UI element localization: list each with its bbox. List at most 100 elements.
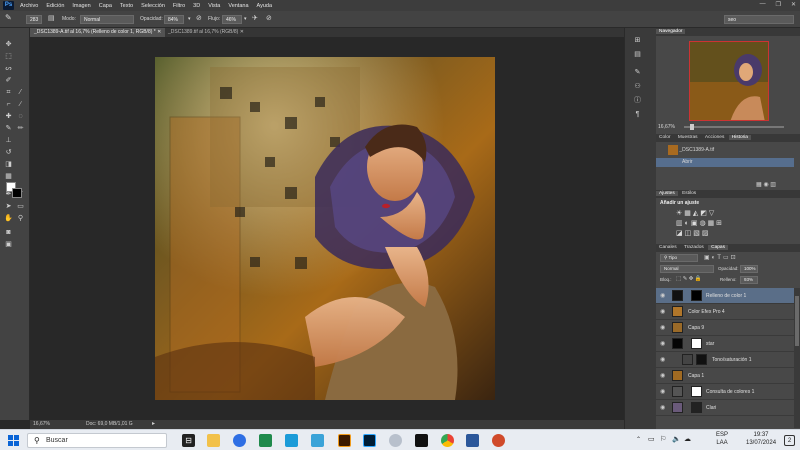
tab-adjustments[interactable]: Ajustes xyxy=(656,191,678,196)
tab-dsc1389-a[interactable]: _DSC1389-A.tif al 16,7% (Relleno de colo… xyxy=(30,28,166,37)
layer-row-clari[interactable]: ◉ Clari xyxy=(656,400,794,416)
info-icon[interactable]: ⓘ xyxy=(633,96,642,105)
tab-navigator[interactable]: Navegador xyxy=(656,29,686,34)
layers-scrollbar[interactable] xyxy=(794,288,800,428)
layer-row-star[interactable]: ◉ star xyxy=(656,336,794,352)
taskbar-search-box[interactable]: ⚲ Buscar xyxy=(27,433,167,448)
layer-row-capa-9[interactable]: ◉ Capa 9 xyxy=(656,320,794,336)
eye-icon[interactable]: ◉ xyxy=(660,352,668,368)
eraser-tool-icon[interactable]: ◨ xyxy=(4,160,13,169)
windows-start-icon[interactable] xyxy=(8,435,19,446)
history-brush-icon[interactable]: ↺ xyxy=(4,148,13,157)
tab-styles[interactable]: Estilos xyxy=(679,191,699,196)
cloud-icon[interactable]: ☁ xyxy=(684,435,691,443)
tab-history[interactable]: Historia xyxy=(728,135,751,140)
history-item-abrir[interactable]: Abrir xyxy=(656,158,794,167)
photoshop-taskbar-icon[interactable] xyxy=(363,434,376,447)
zoom-level[interactable]: 16,67% xyxy=(33,421,50,427)
gradient-tool-icon[interactable]: ▦ xyxy=(4,172,13,181)
network-icon[interactable]: ▭ xyxy=(648,435,655,443)
layer-row-consulta-de-colores-1[interactable]: ◉ Consulta de colores 1 xyxy=(656,384,794,400)
menu-texto[interactable]: Texto xyxy=(120,3,133,9)
chevron-up-icon[interactable]: ⌃ xyxy=(636,436,641,443)
chrome-icon[interactable] xyxy=(441,434,454,447)
camera-icon[interactable]: ◉ xyxy=(763,182,768,188)
new-doc-icon[interactable]: ▦ xyxy=(756,182,762,188)
layer-mask-thumbnail[interactable] xyxy=(691,338,702,349)
layer-row-capa-1[interactable]: ◉ Capa 1 xyxy=(656,368,794,384)
mail-app-icon[interactable] xyxy=(285,434,298,447)
layer-mask-thumbnail[interactable] xyxy=(691,290,702,301)
clone-source-icon[interactable]: ⚇ xyxy=(633,82,642,91)
menu-ventana[interactable]: Ventana xyxy=(228,3,248,9)
menu-3d[interactable]: 3D xyxy=(193,3,200,9)
volume-icon[interactable]: 🔈 xyxy=(672,435,681,443)
eye-icon[interactable]: ◉ xyxy=(660,288,668,304)
crop-tool-icon[interactable]: ⌗ xyxy=(4,88,13,97)
adjustment-icons-row-3[interactable]: ◪◫▧▨ xyxy=(676,229,710,237)
layer-mask-thumbnail[interactable] xyxy=(691,386,702,397)
tab-layers[interactable]: Capas xyxy=(708,245,728,250)
layer-row-relleno-de-color-1[interactable]: ◉ Relleno de color 1 xyxy=(656,288,794,304)
paragraph-icon[interactable]: ¶ xyxy=(633,110,642,119)
history-icon[interactable]: ⊞ xyxy=(633,36,642,45)
close-button[interactable]: ✕ xyxy=(791,1,796,8)
lasso-tool-icon[interactable]: ᔕ xyxy=(4,64,13,73)
menu-filtro[interactable]: Filtro xyxy=(173,3,185,9)
tab-actions[interactable]: Acciones xyxy=(702,135,727,140)
file-explorer-icon[interactable] xyxy=(207,434,220,447)
menu-seleccion[interactable]: Selección xyxy=(141,3,165,9)
menu-ayuda[interactable]: Ayuda xyxy=(257,3,273,9)
shape-tool-icon[interactable]: ▭ xyxy=(16,202,25,211)
brush-size-picker[interactable]: 283 xyxy=(26,15,42,24)
app-icon[interactable] xyxy=(492,434,505,447)
clock[interactable]: 19:37 13/07/2024 xyxy=(746,431,776,447)
eye-icon[interactable]: ◉ xyxy=(660,368,668,384)
tab-dsc1389[interactable]: _DSC1389.tif al 16,7% (RGB/8) ✕ xyxy=(164,28,248,37)
minimize-button[interactable]: — xyxy=(760,1,766,8)
chevron-down-icon[interactable]: ▾ xyxy=(188,15,191,24)
mode-select[interactable]: Normal xyxy=(80,15,134,24)
spreadsheet-app-icon[interactable] xyxy=(259,434,272,447)
quick-mask-icon[interactable]: ◙ xyxy=(4,228,13,237)
lock-icons[interactable]: ⬚✎✥🔒 xyxy=(676,276,703,282)
brush-presets-icon[interactable]: ✎ xyxy=(633,68,642,77)
eyedropper-tool-icon[interactable]: ⌐ xyxy=(4,100,13,109)
layer-row-tono-saturacion-1[interactable]: ◉ Tono/saturación 1 xyxy=(656,352,794,368)
layer-row-color-efex-pro-4[interactable]: ◉ Color Efex Pro 4 xyxy=(656,304,794,320)
layer-mask-thumbnail[interactable] xyxy=(691,402,702,413)
layer-filter-select[interactable]: ⚲ Tipo xyxy=(660,254,698,262)
tab-swatches[interactable]: Muestras xyxy=(675,135,701,140)
navigator-zoom[interactable]: 16,67% xyxy=(658,124,675,130)
eye-icon[interactable]: ◉ xyxy=(660,336,668,352)
eye-icon[interactable]: ◉ xyxy=(660,400,668,416)
menu-edicion[interactable]: Edición xyxy=(46,3,64,9)
menu-capa[interactable]: Capa xyxy=(99,3,112,9)
adjustment-icons-row-1[interactable]: ☀▦◭◩▽ xyxy=(676,209,716,217)
pressure-size-icon[interactable]: ⊘ xyxy=(266,14,272,23)
language-indicator[interactable]: ESP LAA xyxy=(716,431,728,447)
quick-select-tool-icon[interactable]: ✐ xyxy=(4,76,13,85)
layer-mask-thumbnail[interactable] xyxy=(696,354,707,365)
hand-tool-icon[interactable]: ✋ xyxy=(4,214,13,223)
navigator-zoom-slider[interactable] xyxy=(684,124,784,130)
marquee-tool-icon[interactable]: ⬚ xyxy=(4,52,13,61)
notifications-badge[interactable]: 2 xyxy=(784,435,795,446)
chat-app-icon[interactable] xyxy=(233,434,246,447)
layer-fill-input[interactable]: 93% xyxy=(740,276,758,284)
word-icon[interactable] xyxy=(466,434,479,447)
tab-channels[interactable]: Canales xyxy=(656,245,680,250)
store-app-icon[interactable] xyxy=(311,434,324,447)
move-tool-icon[interactable]: ✥ xyxy=(4,40,13,49)
app-icon[interactable] xyxy=(389,434,402,447)
bridge-app-icon[interactable] xyxy=(338,434,351,447)
close-icon[interactable]: ✕ xyxy=(240,29,244,35)
brush-panel-icon[interactable]: ▤ xyxy=(48,14,55,23)
close-icon[interactable]: ✕ xyxy=(157,29,161,35)
airbrush-icon[interactable]: ✈ xyxy=(252,14,258,23)
menu-archivo[interactable]: Archivo xyxy=(20,3,38,9)
patch-tool-icon[interactable]: ◌ xyxy=(16,112,25,121)
menu-vista[interactable]: Vista xyxy=(208,3,220,9)
trash-icon[interactable]: ▥ xyxy=(770,182,776,188)
brush-tool-icon[interactable]: ✎ xyxy=(4,124,13,133)
